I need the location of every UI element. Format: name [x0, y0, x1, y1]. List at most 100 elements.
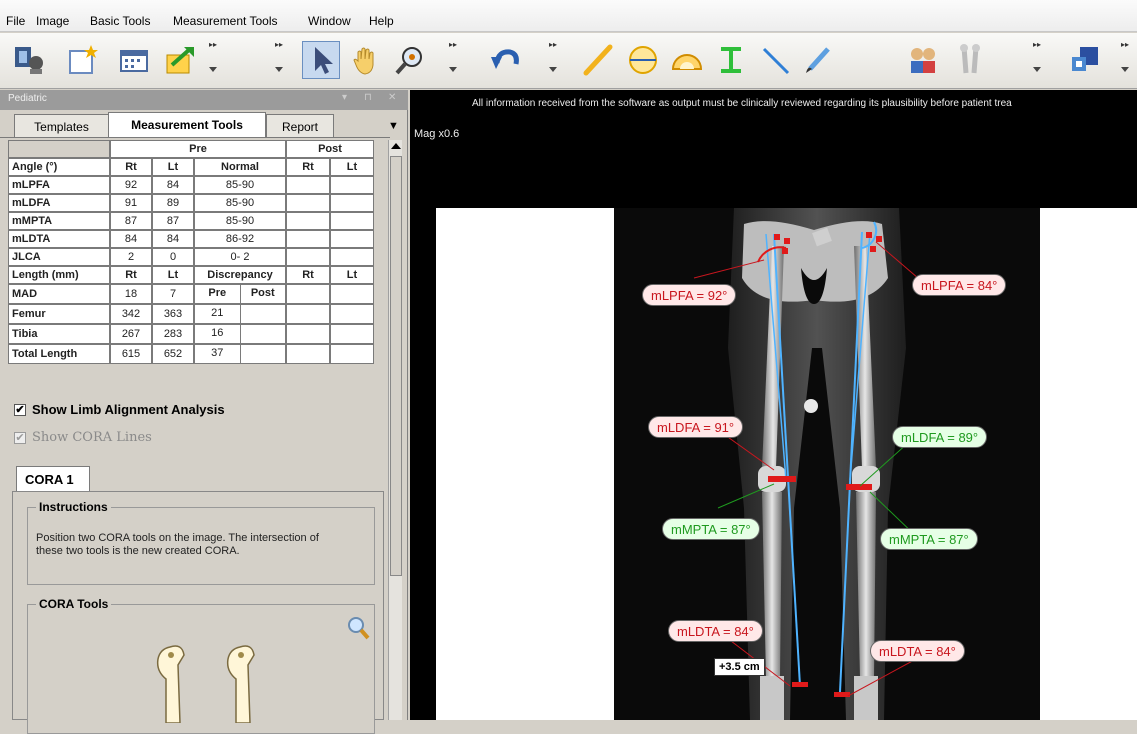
post-lt-value[interactable]	[330, 230, 374, 248]
post-rt-value[interactable]	[286, 212, 330, 230]
scroll-up-icon[interactable]	[391, 143, 401, 149]
pre-lt-value[interactable]: 652	[152, 344, 194, 364]
ruler-line-icon[interactable]	[578, 41, 616, 79]
post-lt-value[interactable]	[330, 194, 374, 212]
post-rt-value[interactable]	[286, 344, 330, 364]
caliper-icon[interactable]	[712, 41, 750, 79]
pre-lt-value[interactable]: 84	[152, 176, 194, 194]
zoom-icon[interactable]	[392, 41, 430, 79]
pre-lt-value[interactable]: 0	[152, 248, 194, 266]
post-rt-value[interactable]	[286, 304, 330, 324]
post-lt-value[interactable]	[330, 248, 374, 266]
menu-file[interactable]: File	[6, 14, 25, 28]
toolbar-grip[interactable]: ▸▸	[546, 39, 560, 83]
pointer-icon[interactable]	[302, 41, 340, 79]
label-r-mldfa[interactable]: mLDFA = 91°	[648, 416, 744, 438]
clinical-warning: All information received from the softwa…	[472, 98, 1012, 109]
post-lt-value[interactable]	[330, 212, 374, 230]
row-name: Total Length	[8, 344, 110, 364]
table-row: mLPFA 92 84 85-90	[8, 176, 374, 194]
menu-help[interactable]: Help	[369, 14, 394, 28]
post-lt-value[interactable]	[330, 324, 374, 344]
menu-image[interactable]: Image	[36, 14, 69, 28]
scroll-thumb[interactable]	[390, 156, 402, 576]
post-rt-value[interactable]	[286, 248, 330, 266]
pre-rt-value[interactable]: 91	[110, 194, 152, 212]
bone-implant-icon[interactable]	[952, 41, 990, 79]
tabs-dropdown-icon[interactable]: ▼	[388, 120, 399, 132]
calendar-icon[interactable]	[114, 41, 152, 79]
tab-templates[interactable]: Templates	[14, 114, 109, 138]
panel-menu-icon[interactable]: ▾	[342, 92, 347, 103]
post-rt-value[interactable]	[286, 230, 330, 248]
menu-window[interactable]: Window	[308, 14, 351, 28]
table-cell	[8, 140, 110, 158]
toolbar: ▸▸ ▸▸ ▸▸ ▸▸ ▸▸ ▸▸	[0, 33, 1137, 89]
toolbar-grip[interactable]: ▸▸	[272, 39, 286, 83]
pre-lt-value[interactable]: 7	[152, 284, 194, 304]
post-rt-value[interactable]	[286, 284, 330, 304]
measurement-panel: Pediatric ▾ ⊓ ✕ Templates Measurement To…	[0, 90, 408, 734]
post-rt-value[interactable]	[286, 324, 330, 344]
normal-range: 85-90	[194, 212, 286, 230]
post-lt-value[interactable]	[330, 176, 374, 194]
line-icon[interactable]	[756, 41, 794, 79]
menu-measurement-tools[interactable]: Measurement Tools	[173, 14, 278, 28]
panel-pin-icon[interactable]: ⊓	[364, 92, 372, 103]
label-r-mlpfa[interactable]: mLPFA = 92°	[642, 284, 737, 306]
post-lt-value[interactable]	[330, 284, 374, 304]
menu-basic-tools[interactable]: Basic Tools	[90, 14, 150, 28]
col-post-lt: Lt	[330, 158, 374, 176]
undo-icon[interactable]	[486, 41, 524, 79]
label-l-mmpta[interactable]: mMPTA = 87°	[880, 528, 978, 550]
new-image-icon[interactable]	[62, 41, 100, 79]
pre-lt-value[interactable]: 283	[152, 324, 194, 344]
post-lt-value[interactable]	[330, 344, 374, 364]
label-r-mldta[interactable]: mLDTA = 84°	[668, 620, 763, 642]
show-cora-lines-checkbox[interactable]: ✔ Show CORA Lines	[14, 430, 152, 445]
panel-close-icon[interactable]: ✕	[388, 92, 396, 103]
col-post-lt: Lt	[330, 266, 374, 284]
toolbar-grip[interactable]: ▸▸	[1118, 39, 1132, 83]
pre-lt-value[interactable]: 89	[152, 194, 194, 212]
show-limb-alignment-checkbox[interactable]: ✔ Show Limb Alignment Analysis	[14, 402, 225, 417]
label-r-mmpta[interactable]: mMPTA = 87°	[662, 518, 760, 540]
xray-viewer[interactable]: All information received from the softwa…	[410, 90, 1137, 720]
pre-lt-value[interactable]: 363	[152, 304, 194, 324]
post-rt-value[interactable]	[286, 194, 330, 212]
discrepancy-pre: Pre	[195, 285, 241, 303]
tab-cora-1[interactable]: CORA 1	[16, 466, 90, 492]
label-l-mlpfa[interactable]: mLPFA = 84°	[912, 274, 1007, 296]
label-l-mldfa[interactable]: mLDFA = 89°	[892, 426, 988, 448]
protractor-icon[interactable]	[668, 41, 706, 79]
post-rt-value[interactable]	[286, 176, 330, 194]
row-name: mLPFA	[8, 176, 110, 194]
pre-rt-value[interactable]: 2	[110, 248, 152, 266]
compare-patients-icon[interactable]	[904, 41, 942, 79]
post-lt-value[interactable]	[330, 304, 374, 324]
toolbar-grip[interactable]: ▸▸	[446, 39, 460, 83]
tab-measurement-tools[interactable]: Measurement Tools	[108, 112, 266, 138]
label-l-mldta[interactable]: mLDTA = 84°	[870, 640, 965, 662]
pre-rt-value[interactable]: 92	[110, 176, 152, 194]
tool-grid-icon[interactable]	[1066, 41, 1104, 79]
pre-rt-value[interactable]: 267	[110, 324, 152, 344]
pre-rt-value[interactable]: 18	[110, 284, 152, 304]
row-name: mLDFA	[8, 194, 110, 212]
toolbar-grip[interactable]: ▸▸	[1030, 39, 1044, 83]
pre-lt-value[interactable]: 87	[152, 212, 194, 230]
pre-rt-value[interactable]: 615	[110, 344, 152, 364]
magnifier-icon[interactable]	[346, 615, 370, 644]
pre-rt-value[interactable]: 87	[110, 212, 152, 230]
tab-report[interactable]: Report	[266, 114, 334, 138]
toolbar-grip[interactable]: ▸▸	[206, 39, 220, 83]
pen-icon[interactable]	[800, 41, 838, 79]
panel-scrollbar[interactable]	[388, 140, 402, 720]
pre-rt-value[interactable]: 84	[110, 230, 152, 248]
hand-pan-icon[interactable]	[346, 41, 384, 79]
patient-db-icon[interactable]	[10, 41, 48, 79]
pre-lt-value[interactable]: 84	[152, 230, 194, 248]
export-icon[interactable]	[160, 41, 198, 79]
pre-rt-value[interactable]: 342	[110, 304, 152, 324]
circle-icon[interactable]	[624, 41, 662, 79]
